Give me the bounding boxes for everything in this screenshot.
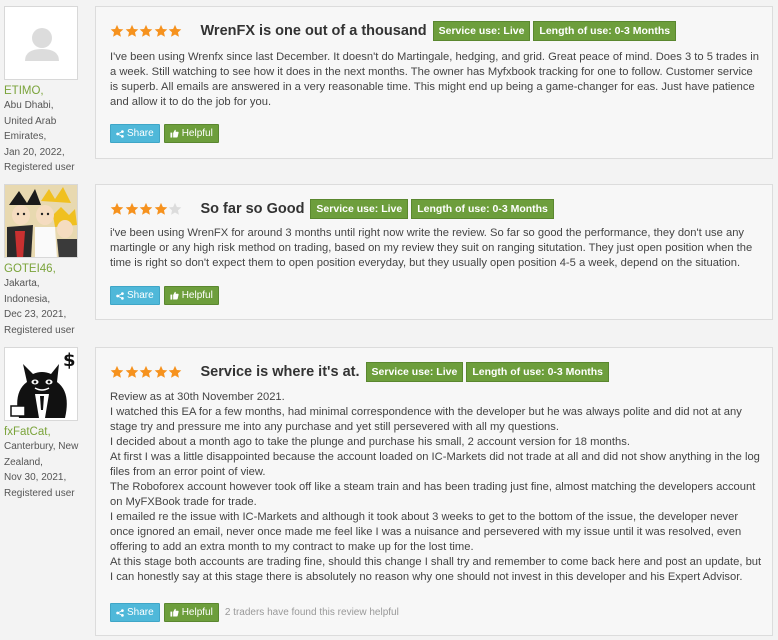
review-paragraph: At first I was a little disappointed bec… [110,451,760,478]
review-header: So far so Good Service use: Live Length … [110,198,557,220]
reviewer-location: Abu Dhabi, United Arab Emirates, [4,100,57,142]
helpful-button[interactable]: Helpful [163,286,219,305]
helpful-label: Helpful [181,290,213,301]
star-filled-icon [139,24,153,37]
review-paragraph: The Roboforex account however took off l… [110,481,756,508]
review-paragraph: I decided about a month ago to take the … [110,436,630,448]
avatar[interactable]: $ [4,347,78,421]
review-paragraph: i've been using WrenFX for around 3 mont… [110,227,753,269]
reviewer-info: GOTEI46, Jakarta, Indonesia, Dec 23, 202… [4,184,84,338]
reviewer-status: Registered user [4,162,75,173]
share-label: Share [127,128,154,139]
star-filled-icon [125,202,138,215]
reviewer-name[interactable]: fxFatCat, [4,425,84,439]
reviewer-location: Canterbury, New Zealand, [4,441,79,468]
star-filled-icon [125,365,138,378]
review-actions: Share Helpful [110,124,223,143]
share-icon [116,608,124,617]
star-empty-icon [168,202,182,215]
review-body: I've been using Wrenfx since last Decemb… [110,50,760,110]
length-of-use-badge: Length of use: 0-3 Months [533,21,677,41]
review-date: Jan 20, 2022, [4,146,65,158]
fat-cat-money-avatar: $ [5,348,77,420]
review-body: Review as at 30th November 2021. I watch… [110,390,762,585]
review-body: i've been using WrenFX for around 3 mont… [110,226,762,271]
star-filled-icon [154,365,167,378]
length-of-use-badge: Length of use: 0-3 Months [466,362,609,382]
star-filled-icon [168,365,182,378]
review-paragraph: I've been using Wrenfx since last Decemb… [110,51,759,108]
star-rating [110,202,183,216]
review-card: WrenFX is one out of a thousand Service … [95,6,773,159]
helpful-label: Helpful [181,128,213,139]
review-title: Service is where it's at. [200,364,360,380]
reviewer-info: $ fxFatCat, Canterbury, New Zealand, Nov… [4,347,84,501]
reviewer-name[interactable]: GOTEI46, [4,262,84,276]
review-actions: Share Helpful [110,286,223,305]
service-use-badge: Service use: Live [310,199,409,219]
thumbs-up-icon [170,129,179,138]
review-paragraph: At this stage both accounts are trading … [110,556,762,583]
star-filled-icon [110,202,124,215]
helpful-button[interactable]: Helpful [163,603,219,622]
reviewer-status: Registered user [4,324,75,336]
helpful-button[interactable]: Helpful [163,124,219,143]
review-title: WrenFX is one out of a thousand [200,23,427,39]
default-person-icon [5,7,77,79]
helpful-label: Helpful [181,607,213,618]
reviewer-status: Registered user [4,487,75,499]
review-actions: Share Helpful 2 traders have found this … [110,603,399,622]
share-label: Share [127,607,154,618]
review-header: Service is where it's at. Service use: L… [110,361,612,383]
reviewer-location: Jakarta, Indonesia, [4,278,51,305]
share-button[interactable]: Share [110,124,160,143]
star-filled-icon [110,24,124,37]
avatar[interactable] [4,6,78,80]
helpful-count-note: 2 traders have found this review helpful [224,607,399,618]
reviewer-info: ETIMO, Abu Dhabi, United Arab Emirates, … [4,6,84,176]
review-card: Service is where it's at. Service use: L… [95,347,773,636]
star-filled-icon [139,202,153,215]
share-button[interactable]: Share [110,603,160,622]
review-title: So far so Good [200,201,305,217]
share-button[interactable]: Share [110,286,160,305]
review-card: So far so Good Service use: Live Length … [95,184,773,320]
review-header: WrenFX is one out of a thousand Service … [110,20,679,42]
thumbs-up-icon [170,608,179,617]
share-icon [116,129,124,138]
star-filled-icon [110,365,124,378]
svg-text:$: $ [63,350,76,371]
review-paragraph: I watched this EA for a few months, had … [110,406,742,433]
reviewer-name[interactable]: ETIMO, [4,84,84,98]
anime-characters-avatar [5,185,77,257]
avatar[interactable] [4,184,78,258]
review-paragraph: Review as at 30th November 2021. [110,391,285,403]
thumbs-up-icon [170,291,179,300]
star-filled-icon [139,365,153,378]
service-use-badge: Service use: Live [432,21,531,41]
star-filled-icon [154,202,167,215]
star-filled-icon [125,24,138,37]
star-filled-icon [154,24,167,37]
star-rating [110,24,183,38]
star-rating [110,365,183,379]
share-icon [116,291,124,300]
review-date: Nov 30, 2021, [4,472,67,483]
review-date: Dec 23, 2021, [4,309,67,320]
review-paragraph: I emailed re the issue with IC-Markets a… [110,511,742,553]
service-use-badge: Service use: Live [365,362,464,382]
length-of-use-badge: Length of use: 0-3 Months [411,199,554,219]
share-label: Share [127,290,154,301]
star-filled-icon [168,24,182,37]
